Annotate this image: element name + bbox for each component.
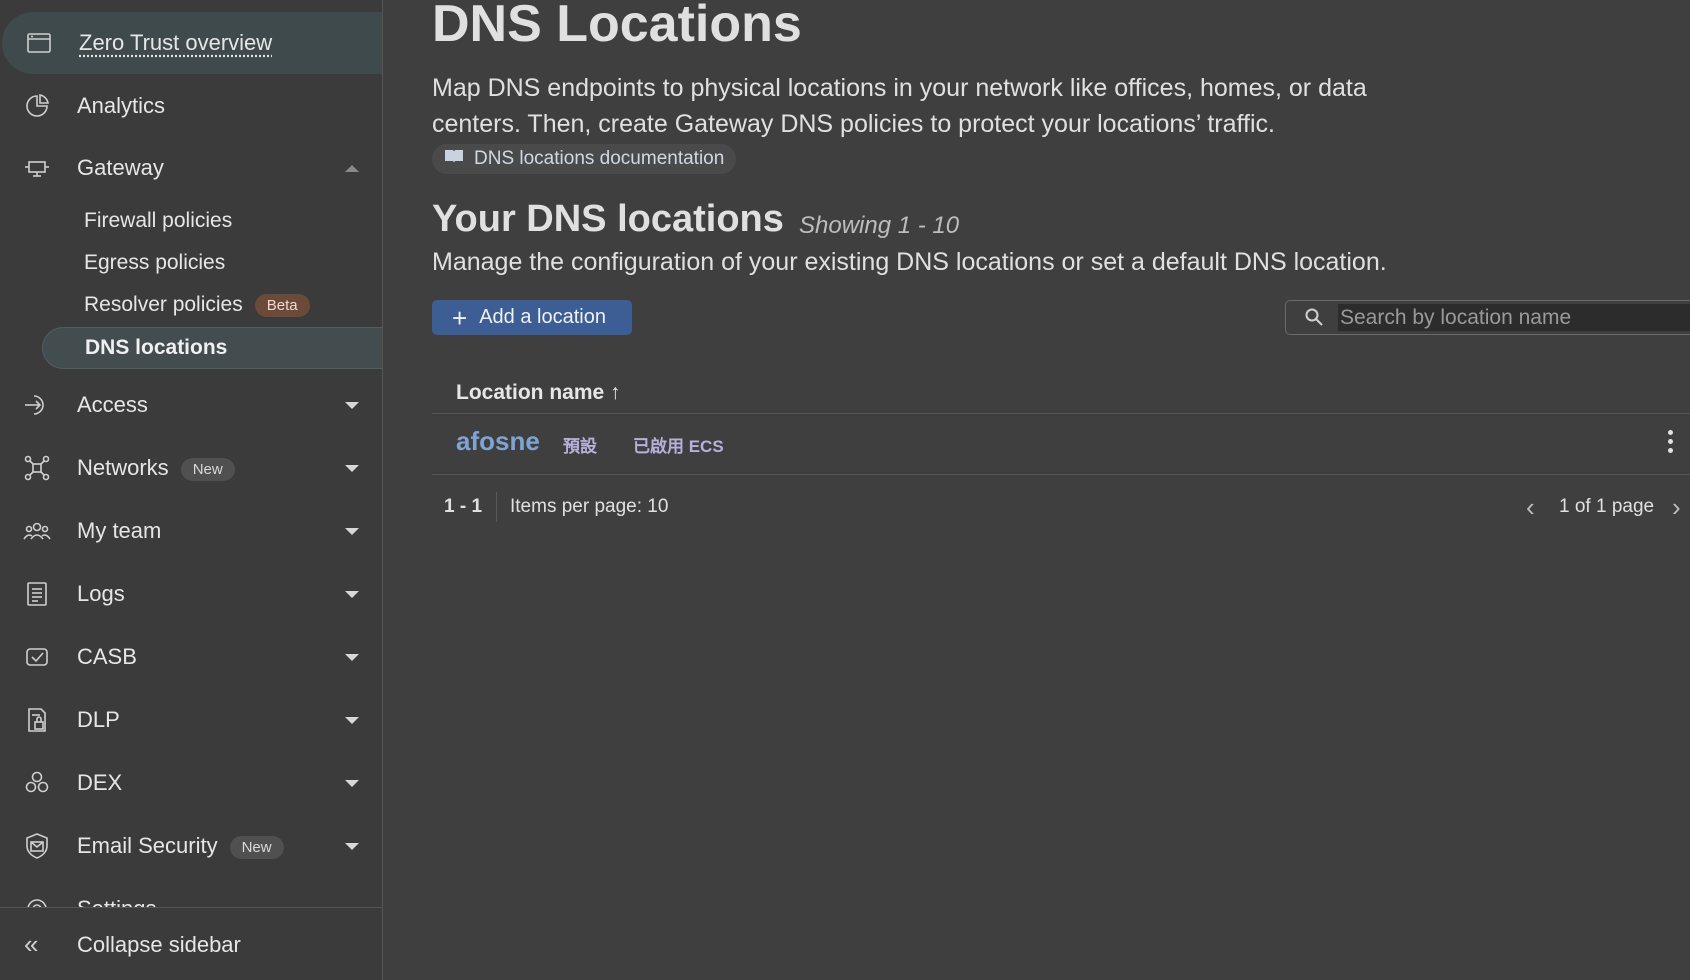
items-per-page-select[interactable]: Items per page: 10 bbox=[510, 496, 668, 518]
sidebar-subitem-firewall-policies[interactable]: Firewall policies bbox=[84, 209, 232, 233]
plus-icon: + bbox=[452, 302, 468, 333]
log-list-icon bbox=[22, 579, 52, 609]
ecs-tag: 已啟用 ECS bbox=[633, 437, 724, 456]
dex-circles-icon bbox=[22, 768, 52, 798]
sidebar-item-label: CASB bbox=[77, 644, 137, 669]
main-content: DNS Locations Map DNS endpoints to physi… bbox=[432, 0, 1690, 980]
showing-count: Showing 1 - 10 bbox=[799, 212, 960, 239]
location-name-link[interactable]: afosne bbox=[456, 426, 540, 457]
sidebar-item-dlp[interactable]: DLP bbox=[0, 689, 382, 751]
pagination: 1 - 1 Items per page: 10 ‹ 1 of 1 page › bbox=[432, 488, 1690, 528]
sidebar-subitem-egress-policies[interactable]: Egress policies bbox=[84, 251, 225, 275]
collapse-sidebar-label: Collapse sidebar bbox=[77, 931, 241, 957]
sidebar-item-analytics[interactable]: Analytics bbox=[0, 75, 382, 137]
document-lock-icon bbox=[22, 705, 52, 735]
sidebar-item-networks[interactable]: Networks New bbox=[0, 437, 382, 499]
sidebar-item-zero-trust-overview[interactable]: Zero Trust overview bbox=[2, 12, 382, 74]
page-info: 1 of 1 page bbox=[1559, 496, 1655, 517]
sidebar-subitem-dns-locations[interactable]: DNS locations bbox=[42, 327, 382, 369]
browser-window-icon bbox=[24, 28, 54, 58]
sidebar-item-my-team[interactable]: My team bbox=[0, 500, 382, 562]
sidebar-subitem-resolver-policies[interactable]: Resolver policies Beta bbox=[84, 293, 310, 317]
sign-in-arrow-icon bbox=[22, 390, 52, 420]
team-users-icon bbox=[22, 516, 52, 546]
sidebar-item-dex[interactable]: DEX bbox=[0, 752, 382, 814]
search-field[interactable] bbox=[1285, 300, 1690, 335]
network-nodes-icon bbox=[22, 453, 52, 483]
documentation-link[interactable]: DNS locations documentation bbox=[432, 144, 737, 174]
sidebar-item-label: My team bbox=[77, 518, 162, 543]
casb-check-icon bbox=[22, 642, 52, 672]
new-badge: New bbox=[180, 457, 235, 481]
sidebar-item-label: Gateway bbox=[77, 155, 164, 180]
new-badge: New bbox=[229, 835, 284, 859]
sidebar-item-label: DNS locations bbox=[85, 336, 228, 359]
sidebar-item-label: Networks New bbox=[77, 455, 235, 481]
sidebar-item-gateway[interactable]: Gateway bbox=[0, 137, 382, 199]
pagination-range: 1 - 1 bbox=[444, 496, 483, 517]
documentation-link-label: DNS locations documentation bbox=[474, 148, 725, 169]
sidebar: Zero Trust overview Analytics Gateway Fi… bbox=[0, 0, 383, 980]
add-location-label: Add a location bbox=[479, 306, 606, 328]
page-title: DNS Locations bbox=[432, 0, 802, 53]
search-icon bbox=[1304, 307, 1324, 327]
sidebar-item-label: Resolver policies bbox=[84, 293, 243, 316]
chevron-down-icon bbox=[345, 464, 359, 472]
chevron-down-icon bbox=[345, 716, 359, 724]
chevron-down-icon bbox=[345, 842, 359, 850]
page-description: Map DNS endpoints to physical locations … bbox=[432, 74, 1367, 138]
sidebar-item-label: DLP bbox=[77, 707, 120, 732]
sidebar-item-label: Analytics bbox=[77, 93, 166, 118]
chevron-down-icon bbox=[345, 590, 359, 598]
row-actions-kebab-icon[interactable] bbox=[1668, 430, 1676, 453]
envelope-shield-icon bbox=[22, 831, 52, 861]
pagination-divider bbox=[496, 492, 497, 522]
column-header-location-name[interactable]: Location name ↑ bbox=[456, 381, 621, 405]
sidebar-item-email-security[interactable]: Email Security New bbox=[0, 815, 382, 877]
chevron-up-icon bbox=[345, 164, 359, 172]
section-description: Manage the configuration of your existin… bbox=[432, 248, 1387, 276]
pie-chart-icon bbox=[22, 91, 52, 121]
gateway-icon bbox=[22, 153, 52, 183]
table-header: Location name ↑ bbox=[432, 373, 1690, 414]
double-chevron-left-icon: « bbox=[24, 929, 39, 959]
chevron-down-icon bbox=[345, 401, 359, 409]
sidebar-item-label: DEX bbox=[77, 770, 123, 795]
chevron-down-icon bbox=[345, 653, 359, 661]
sidebar-item-access[interactable]: Access bbox=[0, 374, 382, 436]
book-icon bbox=[444, 148, 464, 170]
sidebar-item-label: Access bbox=[77, 392, 148, 417]
chevron-down-icon bbox=[345, 779, 359, 787]
chevron-down-icon bbox=[345, 527, 359, 535]
add-location-button[interactable]: + Add a location bbox=[432, 300, 632, 335]
table-row: afosne 預設 已啟用 ECS bbox=[432, 414, 1690, 475]
next-page-icon[interactable]: › bbox=[1672, 494, 1681, 520]
sidebar-item-label: Zero Trust overview bbox=[79, 30, 273, 55]
beta-badge: Beta bbox=[254, 293, 310, 317]
section-title: Your DNS locations bbox=[432, 198, 784, 240]
search-input[interactable] bbox=[1338, 304, 1690, 331]
sidebar-item-label: Logs bbox=[77, 581, 125, 606]
previous-page-icon[interactable]: ‹ bbox=[1526, 494, 1535, 520]
collapse-sidebar-button[interactable]: « Collapse sidebar bbox=[0, 907, 382, 980]
sidebar-item-casb[interactable]: CASB bbox=[0, 626, 382, 688]
sidebar-item-label: Email Security New bbox=[77, 833, 284, 859]
sidebar-item-logs[interactable]: Logs bbox=[0, 563, 382, 625]
default-tag: 預設 bbox=[563, 437, 597, 456]
